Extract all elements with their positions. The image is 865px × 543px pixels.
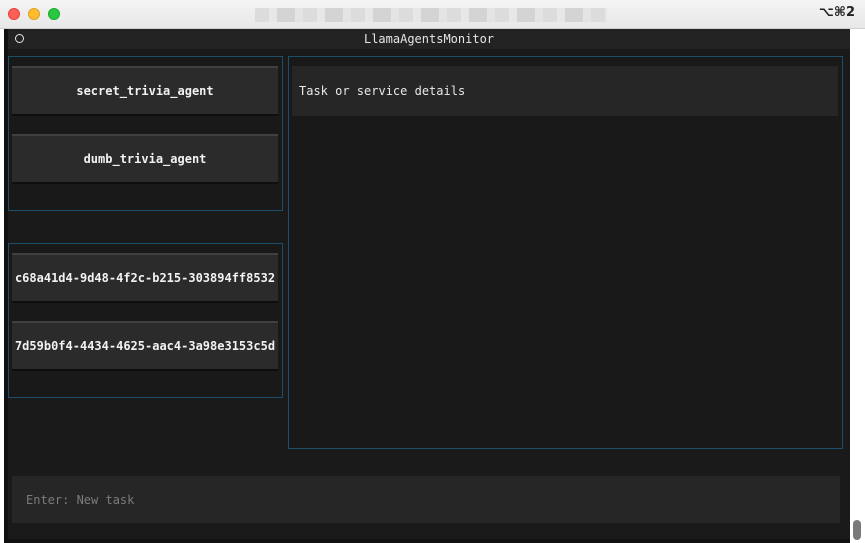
agent-button-dumb-trivia-agent[interactable]: dumb_trivia_agent [12,134,278,184]
terminal-area: LlamaAgentsMonitor secret_trivia_agent d… [4,29,850,543]
window-titlebar: ⌥⌘2 [0,0,865,29]
new-task-input[interactable] [12,476,840,523]
task-button-7d59b0f4[interactable]: 7d59b0f4-4434-4625-aac4-3a98e3153c5d [12,321,278,371]
zoom-window-button[interactable] [48,8,60,20]
minimize-window-button[interactable] [28,8,40,20]
details-text: Task or service details [292,66,838,116]
app-title: LlamaAgentsMonitor [363,32,495,46]
close-window-button[interactable] [8,8,20,20]
agents-panel: secret_trivia_agent dumb_trivia_agent [8,56,283,211]
new-task-input-wrapper [12,474,840,523]
scrollbar-thumb[interactable] [853,520,861,540]
details-panel: Task or service details [288,56,843,449]
task-button-c68a41d4[interactable]: c68a41d4-9d48-4f2c-b215-303894ff8532 [12,253,278,303]
main-area: secret_trivia_agent dumb_trivia_agent c6… [8,49,850,539]
tasks-panel: c68a41d4-9d48-4f2c-b215-303894ff8532 7d5… [8,243,283,398]
window-shortcut: ⌥⌘2 [818,5,855,20]
agent-button-secret-trivia-agent[interactable]: secret_trivia_agent [12,66,278,116]
app-header: LlamaAgentsMonitor [8,29,850,49]
redacted-window-title [255,8,607,22]
